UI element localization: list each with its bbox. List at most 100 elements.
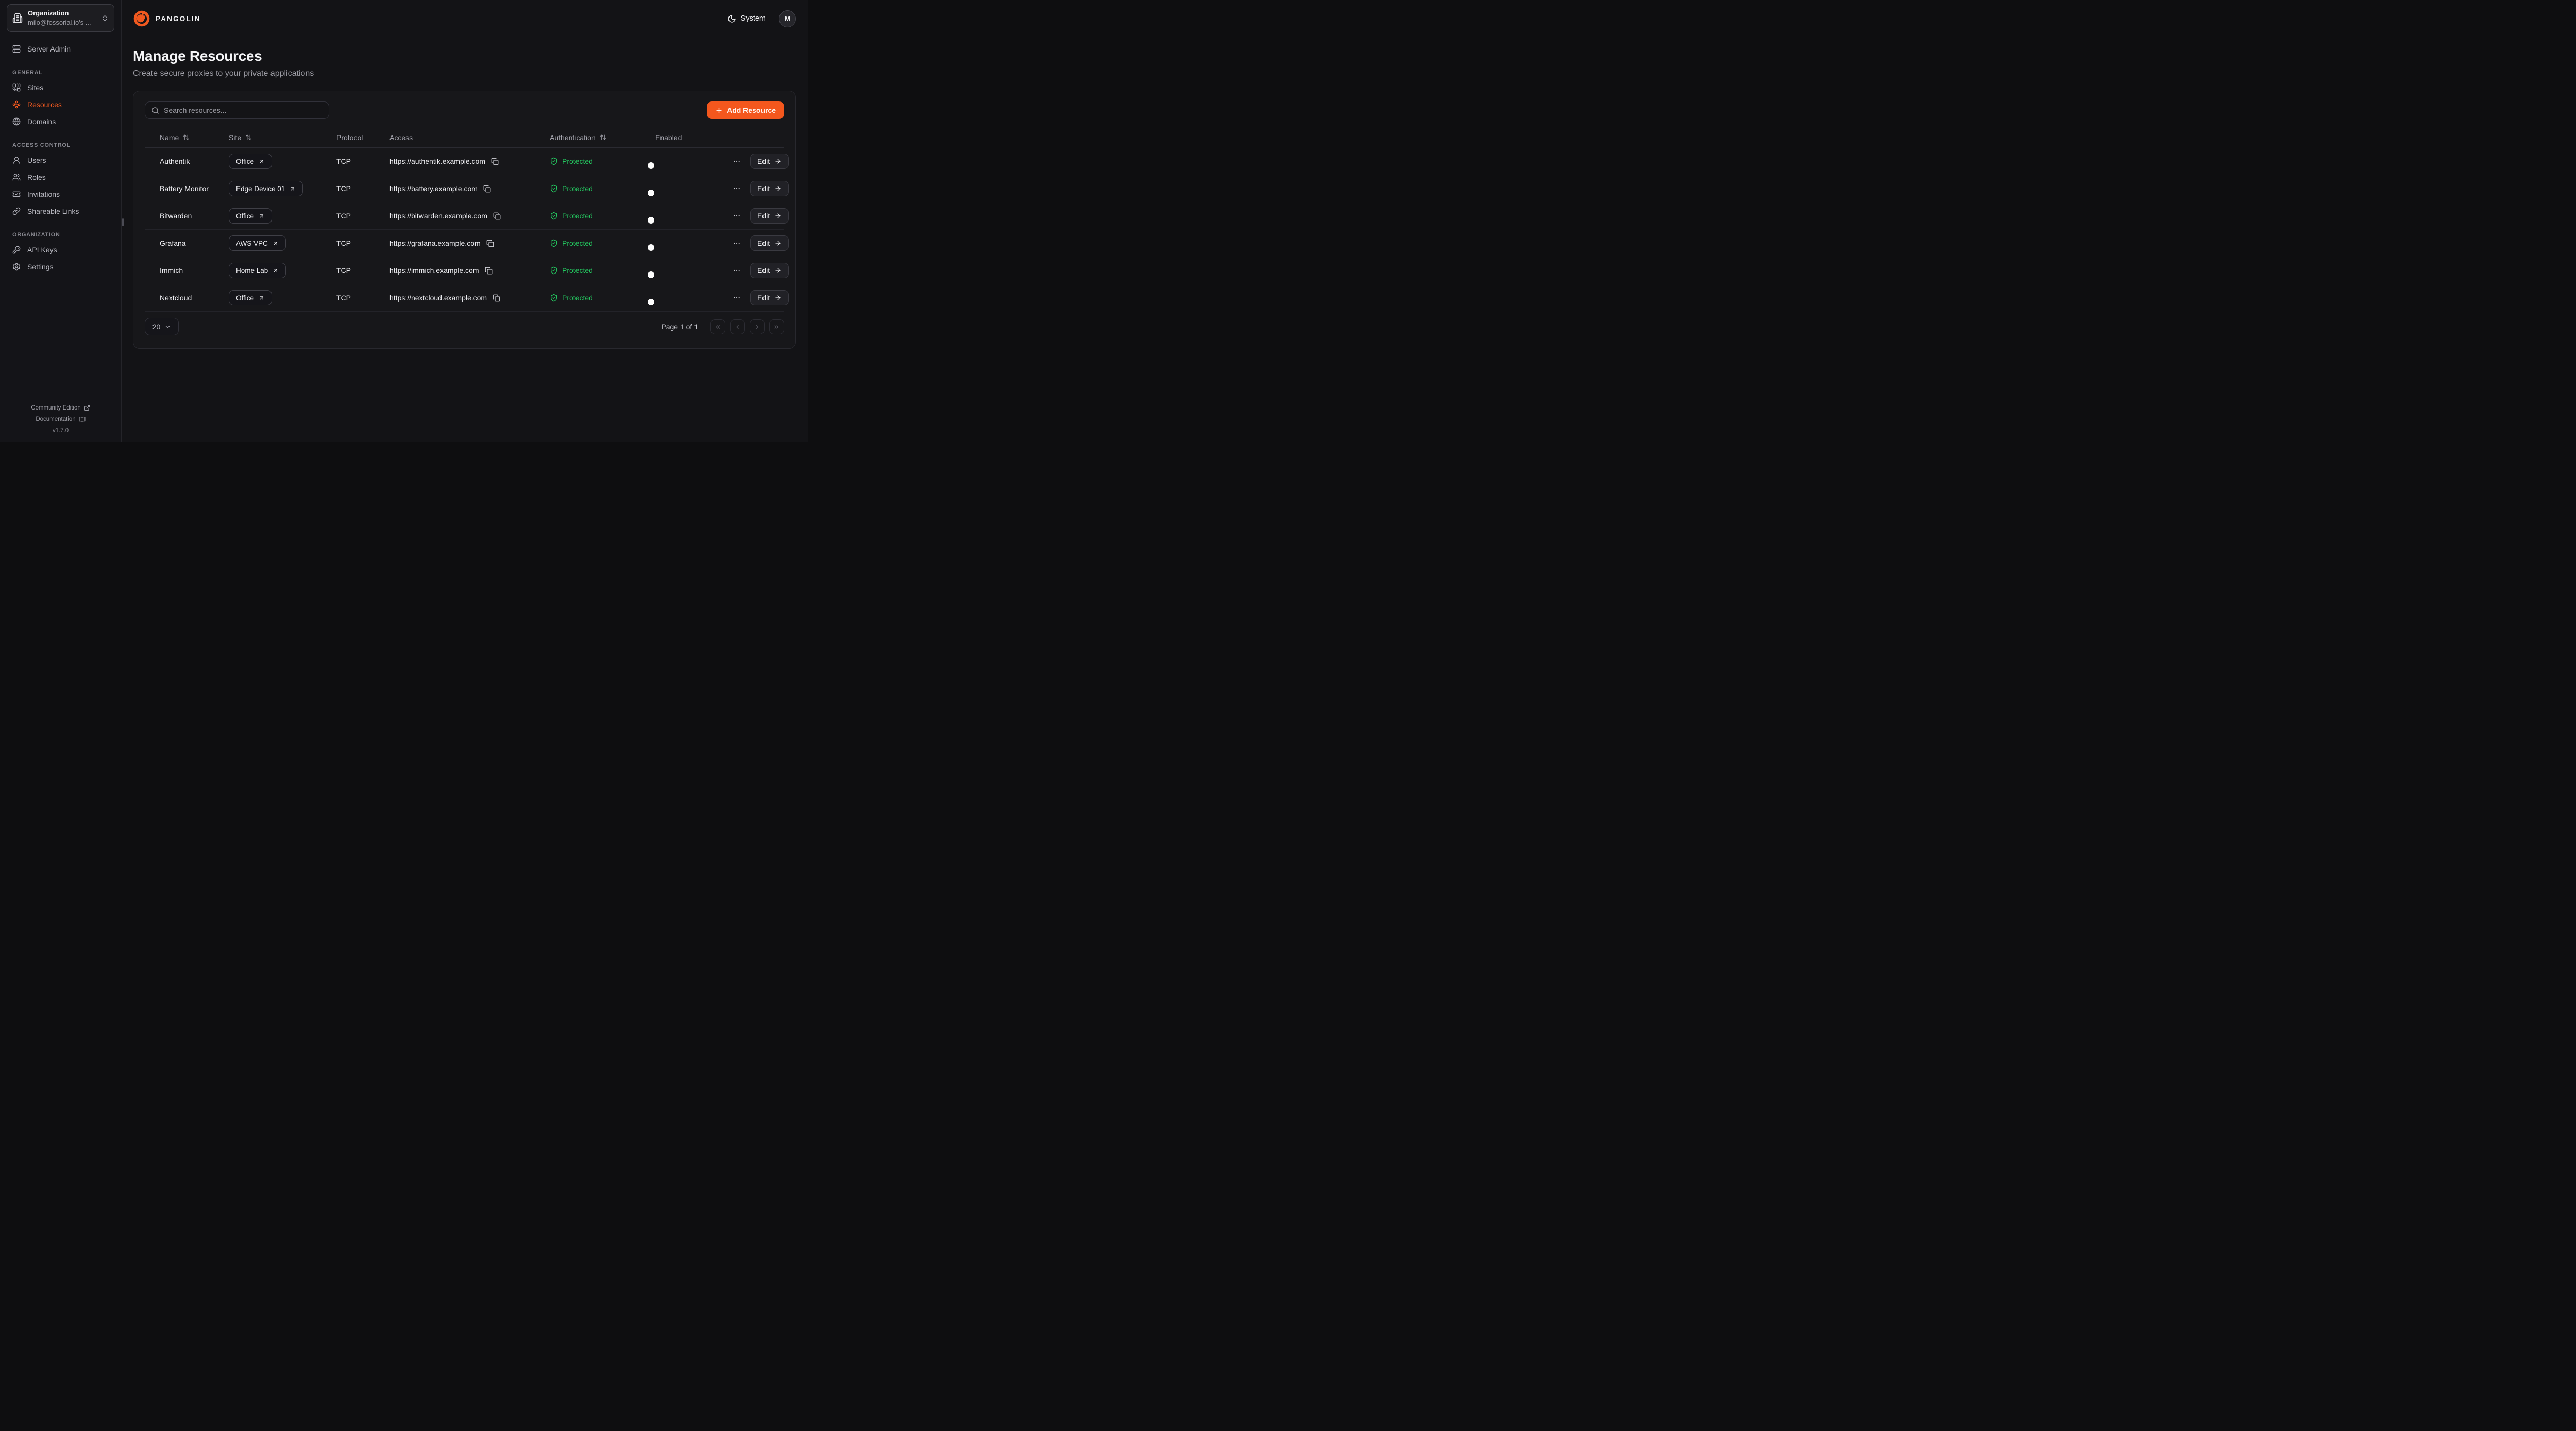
theme-toggle[interactable]: System	[727, 14, 766, 23]
edit-button[interactable]: Edit	[750, 235, 789, 251]
theme-label: System	[741, 14, 766, 23]
resource-name: Battery Monitor	[145, 184, 229, 193]
add-resource-button[interactable]: Add Resource	[707, 101, 784, 119]
copy-icon[interactable]	[485, 267, 493, 275]
sidebar-resize-handle[interactable]	[122, 218, 124, 226]
org-label: Organization	[28, 9, 69, 17]
row-menu-icon[interactable]	[733, 212, 741, 220]
row-menu-icon[interactable]	[733, 184, 741, 193]
key-icon	[12, 246, 21, 254]
sidebar-item-domains[interactable]: Domains	[0, 113, 121, 130]
org-selector[interactable]: Organization milo@fossorial.io's ...	[7, 4, 114, 32]
first-page-button[interactable]	[710, 319, 725, 334]
page-head: Manage Resources Create secure proxies t…	[133, 48, 314, 78]
edit-button[interactable]: Edit	[750, 290, 789, 305]
table-row: Bitwarden Office TCP https://bitwarden.e…	[145, 202, 784, 230]
access-url: https://grafana.example.com	[389, 239, 481, 247]
site-link[interactable]: Home Lab	[229, 263, 286, 278]
site-link[interactable]: AWS VPC	[229, 235, 286, 251]
search-box	[145, 101, 329, 119]
sidebar-item-label: Resources	[27, 100, 62, 109]
table-row: Grafana AWS VPC TCP https://grafana.exam…	[145, 230, 784, 257]
edit-button[interactable]: Edit	[750, 181, 789, 196]
copy-icon[interactable]	[493, 294, 500, 302]
resource-name: Grafana	[145, 239, 229, 247]
copy-icon[interactable]	[483, 185, 491, 193]
avatar[interactable]: M	[779, 10, 796, 27]
sidebar-item-resources[interactable]: Resources	[0, 96, 121, 113]
copy-icon[interactable]	[486, 240, 494, 247]
sidebar: Organization milo@fossorial.io's ... Ser…	[0, 0, 122, 442]
resource-name: Nextcloud	[145, 294, 229, 302]
next-page-button[interactable]	[750, 319, 765, 334]
protocol: TCP	[336, 294, 389, 302]
search-icon	[151, 107, 159, 114]
gear-icon	[12, 263, 21, 271]
community-edition-link[interactable]: Community Edition	[0, 402, 121, 414]
search-input[interactable]	[164, 106, 323, 114]
site-link[interactable]: Edge Device 01	[229, 181, 303, 196]
chevrons-up-down-icon	[101, 14, 109, 22]
arrow-right-icon	[774, 267, 782, 274]
site-link[interactable]: Office	[229, 290, 272, 305]
protocol: TCP	[336, 266, 389, 275]
last-page-button[interactable]	[769, 319, 784, 334]
shield-check-icon	[550, 239, 558, 247]
shield-check-icon	[550, 184, 558, 193]
sidebar-item-api-keys[interactable]: API Keys	[0, 241, 121, 258]
row-menu-icon[interactable]	[733, 157, 741, 165]
table-row: Immich Home Lab TCP https://immich.examp…	[145, 257, 784, 284]
link-icon	[12, 207, 21, 215]
arrow-up-right-icon	[258, 213, 265, 219]
column-header-site[interactable]: Site	[229, 133, 336, 142]
sidebar-item-server-admin[interactable]: Server Admin	[0, 40, 121, 57]
arrow-up-right-icon	[272, 240, 279, 247]
arrow-up-right-icon	[258, 295, 265, 301]
nav-section-general: GENERAL	[0, 65, 121, 79]
column-header-authentication[interactable]: Authentication	[550, 133, 655, 142]
sidebar-item-sites[interactable]: Sites	[0, 79, 121, 96]
column-header-enabled: Enabled	[655, 133, 733, 142]
ticket-check-icon	[12, 190, 21, 198]
edit-button[interactable]: Edit	[750, 208, 789, 224]
row-menu-icon[interactable]	[733, 294, 741, 302]
building-icon	[12, 13, 23, 23]
access-url: https://nextcloud.example.com	[389, 294, 487, 302]
copy-icon[interactable]	[491, 158, 499, 165]
plus-icon	[715, 107, 723, 114]
sidebar-item-label: Server Admin	[27, 45, 71, 53]
sidebar-item-roles[interactable]: Roles	[0, 168, 121, 185]
auth-badge: Protected	[550, 212, 655, 220]
row-menu-icon[interactable]	[733, 239, 741, 247]
access-url: https://authentik.example.com	[389, 157, 485, 165]
sidebar-item-shareable-links[interactable]: Shareable Links	[0, 202, 121, 219]
sidebar-item-invitations[interactable]: Invitations	[0, 185, 121, 202]
auth-badge: Protected	[550, 239, 655, 247]
chevron-down-icon	[164, 323, 171, 330]
sidebar-item-settings[interactable]: Settings	[0, 258, 121, 275]
sort-icon	[183, 134, 190, 141]
edit-button[interactable]: Edit	[750, 263, 789, 278]
site-link[interactable]: Office	[229, 208, 272, 224]
arrow-right-icon	[774, 212, 782, 219]
auth-badge: Protected	[550, 266, 655, 275]
sidebar-item-label: Shareable Links	[27, 207, 79, 215]
chevron-right-icon	[754, 323, 760, 330]
moon-icon	[727, 14, 736, 23]
arrow-up-right-icon	[258, 158, 265, 165]
nav-section-access-control: ACCESS CONTROL	[0, 138, 121, 151]
column-header-name[interactable]: Name	[145, 133, 229, 142]
sidebar-item-users[interactable]: Users	[0, 151, 121, 168]
documentation-link[interactable]: Documentation	[0, 414, 121, 425]
copy-icon[interactable]	[493, 212, 501, 220]
globe-icon	[12, 117, 21, 126]
prev-page-button[interactable]	[730, 319, 745, 334]
site-link[interactable]: Office	[229, 154, 272, 169]
row-menu-icon[interactable]	[733, 266, 741, 275]
version-label: v1.7.0	[0, 425, 121, 436]
arrow-right-icon	[774, 185, 782, 192]
sidebar-item-label: API Keys	[27, 246, 57, 254]
brand: PANGOLIN	[133, 10, 201, 27]
page-size-select[interactable]: 20	[145, 318, 179, 335]
edit-button[interactable]: Edit	[750, 154, 789, 169]
